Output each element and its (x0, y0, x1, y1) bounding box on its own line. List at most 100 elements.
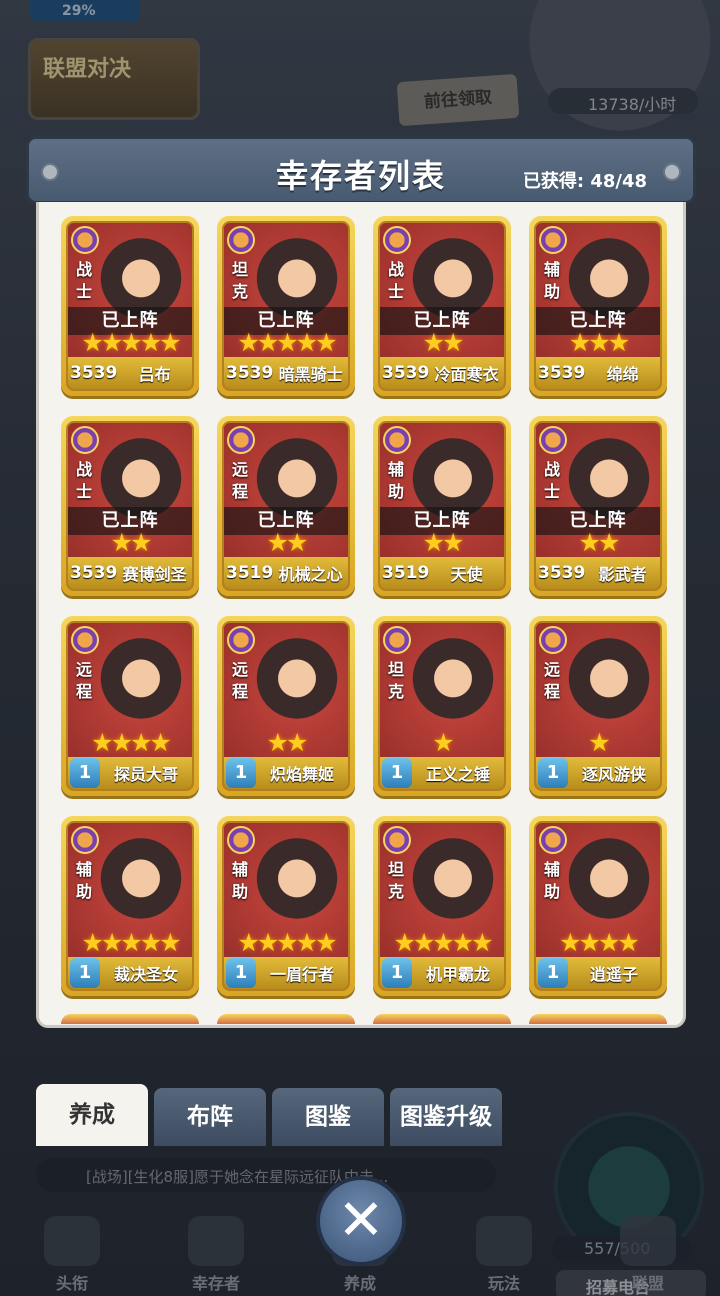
star-rating: ★★ (578, 528, 621, 557)
hero-power: 3539 (538, 563, 586, 583)
faction-icon (227, 226, 255, 254)
star-rating: ★★ (110, 528, 153, 557)
hero-card-inner: 远程 已上阵 ★★ 3519 机械之心 (222, 421, 350, 591)
star-rating: ★★ (422, 328, 465, 357)
hero-card[interactable]: 辅助 ★★★★★ 1 裁决圣女 (61, 816, 199, 996)
hero-name-bar: 1 逐风游侠 (536, 757, 660, 789)
hero-card[interactable]: 辅助 ★★★★ 1 逍遥子 (529, 816, 667, 996)
next-row-peek (61, 1014, 671, 1025)
hero-name: 影武者 (598, 565, 647, 584)
hero-card-inner: 远程 ★ 1 逐风游侠 (534, 621, 662, 791)
hero-card-inner: 战士 已上阵 ★★★★★ 3539 吕布 (66, 221, 194, 391)
hero-card[interactable]: 战士 已上阵 ★★ 3539 影武者 (529, 416, 667, 596)
hero-power: 3539 (226, 363, 274, 383)
hero-role: 坦克 (388, 860, 405, 901)
hero-name: 天使 (450, 565, 483, 584)
tab-codex[interactable]: 图鉴 (272, 1088, 384, 1146)
hero-card-peek[interactable] (529, 1014, 667, 1025)
hero-portrait (98, 837, 184, 929)
star-rating: ★★★★ (91, 728, 172, 757)
hero-card[interactable]: 辅助 已上阵 ★★★ 3539 绵绵 (529, 216, 667, 396)
faction-filter-bar: 全 (39, 1024, 683, 1025)
hero-grid: 战士 已上阵 ★★★★★ 3539 吕布 坦克 已上阵 ★★★★★ 3539 暗黑骑士 战士 已上阵 ★… (61, 216, 671, 996)
hero-card[interactable]: 辅助 已上阵 ★★ 3519 天使 (373, 416, 511, 596)
hero-power: 3539 (70, 563, 118, 583)
star-rating: ★★★★★ (237, 928, 337, 957)
hero-card-inner: 远程 ★★★★ 1 探员大哥 (66, 621, 194, 791)
hero-portrait (254, 637, 340, 729)
hero-card-inner: 坦克 ★ 1 正义之锤 (378, 621, 506, 791)
hero-role: 远程 (544, 660, 561, 701)
hero-card[interactable]: 远程 ★★ 1 炽焰舞姬 (217, 616, 355, 796)
close-button[interactable]: ✕ (316, 1176, 406, 1266)
star-rating: ★ (588, 728, 610, 757)
hero-card-inner: 辅助 已上阵 ★★ 3519 天使 (378, 421, 506, 591)
hero-portrait (566, 637, 652, 729)
hero-power: 3519 (382, 563, 430, 583)
hero-portrait (566, 837, 652, 929)
hero-card-inner: 坦克 已上阵 ★★★★★ 3539 暗黑骑士 (222, 221, 350, 391)
hero-card-peek[interactable] (373, 1014, 511, 1025)
star-rating: ★★ (266, 528, 309, 557)
star-rating: ★★ (422, 528, 465, 557)
hero-name: 暗黑骑士 (278, 365, 343, 384)
hero-role: 战士 (76, 460, 93, 501)
hero-name-bar: 3539 绵绵 (536, 357, 660, 389)
faction-icon (227, 826, 255, 854)
hero-card[interactable]: 远程 ★★★★ 1 探员大哥 (61, 616, 199, 796)
hero-name-bar: 1 正义之锤 (380, 757, 504, 789)
hero-name: 冷面寒衣 (434, 365, 499, 384)
faction-icon (71, 626, 99, 654)
hero-portrait (410, 837, 496, 929)
star-rating: ★ (432, 728, 454, 757)
star-rating: ★★★★ (559, 928, 640, 957)
hero-card[interactable]: 辅助 ★★★★★ 1 一眉行者 (217, 816, 355, 996)
hero-card-inner: 坦克 ★★★★★ 1 机甲霸龙 (378, 821, 506, 991)
tab-codex-upgrade[interactable]: 图鉴升级 (390, 1088, 502, 1146)
hero-name-bar: 1 机甲霸龙 (380, 957, 504, 989)
hero-name: 一眉行者 (269, 965, 334, 984)
hero-level: 1 (538, 958, 568, 988)
hero-name: 机械之心 (278, 565, 343, 584)
hero-role: 坦克 (232, 260, 249, 301)
hero-card[interactable]: 战士 已上阵 ★★ 3539 冷面寒衣 (373, 216, 511, 396)
tab-develop[interactable]: 养成 (36, 1084, 148, 1146)
hero-name-bar: 3539 吕布 (68, 357, 192, 389)
hero-card-inner: 辅助 ★★★★★ 1 一眉行者 (222, 821, 350, 991)
hero-power: 3539 (70, 363, 118, 383)
hero-role: 战士 (544, 460, 561, 501)
hero-card[interactable]: 远程 ★ 1 逐风游侠 (529, 616, 667, 796)
hero-card[interactable]: 战士 已上阵 ★★ 3539 赛博剑圣 (61, 416, 199, 596)
hero-name: 探员大哥 (113, 765, 178, 784)
panel-body: 战士 已上阵 ★★★★★ 3539 吕布 坦克 已上阵 ★★★★★ 3539 暗黑骑士 战士 已上阵 ★… (36, 202, 686, 1028)
hero-name: 裁决圣女 (113, 965, 178, 984)
hero-card[interactable]: 坦克 ★ 1 正义之锤 (373, 616, 511, 796)
hero-role: 辅助 (544, 260, 561, 301)
hero-card[interactable]: 远程 已上阵 ★★ 3519 机械之心 (217, 416, 355, 596)
faction-icon (539, 226, 567, 254)
hero-card[interactable]: 坦克 ★★★★★ 1 机甲霸龙 (373, 816, 511, 996)
hero-card[interactable]: 坦克 已上阵 ★★★★★ 3539 暗黑骑士 (217, 216, 355, 396)
hero-name-bar: 1 一眉行者 (224, 957, 348, 989)
hero-portrait (98, 637, 184, 729)
faction-icon (71, 226, 99, 254)
hero-power: 3519 (226, 563, 274, 583)
hero-role: 辅助 (232, 860, 249, 901)
faction-icon (539, 626, 567, 654)
hero-card-peek[interactable] (61, 1014, 199, 1025)
hero-name-bar: 1 裁决圣女 (68, 957, 192, 989)
hero-card-inner: 战士 已上阵 ★★ 3539 赛博剑圣 (66, 421, 194, 591)
hero-power: 3539 (538, 363, 586, 383)
hero-card-inner: 战士 已上阵 ★★ 3539 冷面寒衣 (378, 221, 506, 391)
hero-name: 吕布 (138, 365, 171, 384)
hero-name-bar: 3539 影武者 (536, 557, 660, 589)
tab-formation[interactable]: 布阵 (154, 1088, 266, 1146)
hero-name-bar: 3539 冷面寒衣 (380, 357, 504, 389)
hero-role: 战士 (388, 260, 405, 301)
hero-card-peek[interactable] (217, 1014, 355, 1025)
hero-card[interactable]: 战士 已上阵 ★★★★★ 3539 吕布 (61, 216, 199, 396)
hero-power: 3539 (382, 363, 430, 383)
hero-role: 远程 (232, 460, 249, 501)
faction-icon (383, 626, 411, 654)
hero-name-bar: 3519 机械之心 (224, 557, 348, 589)
